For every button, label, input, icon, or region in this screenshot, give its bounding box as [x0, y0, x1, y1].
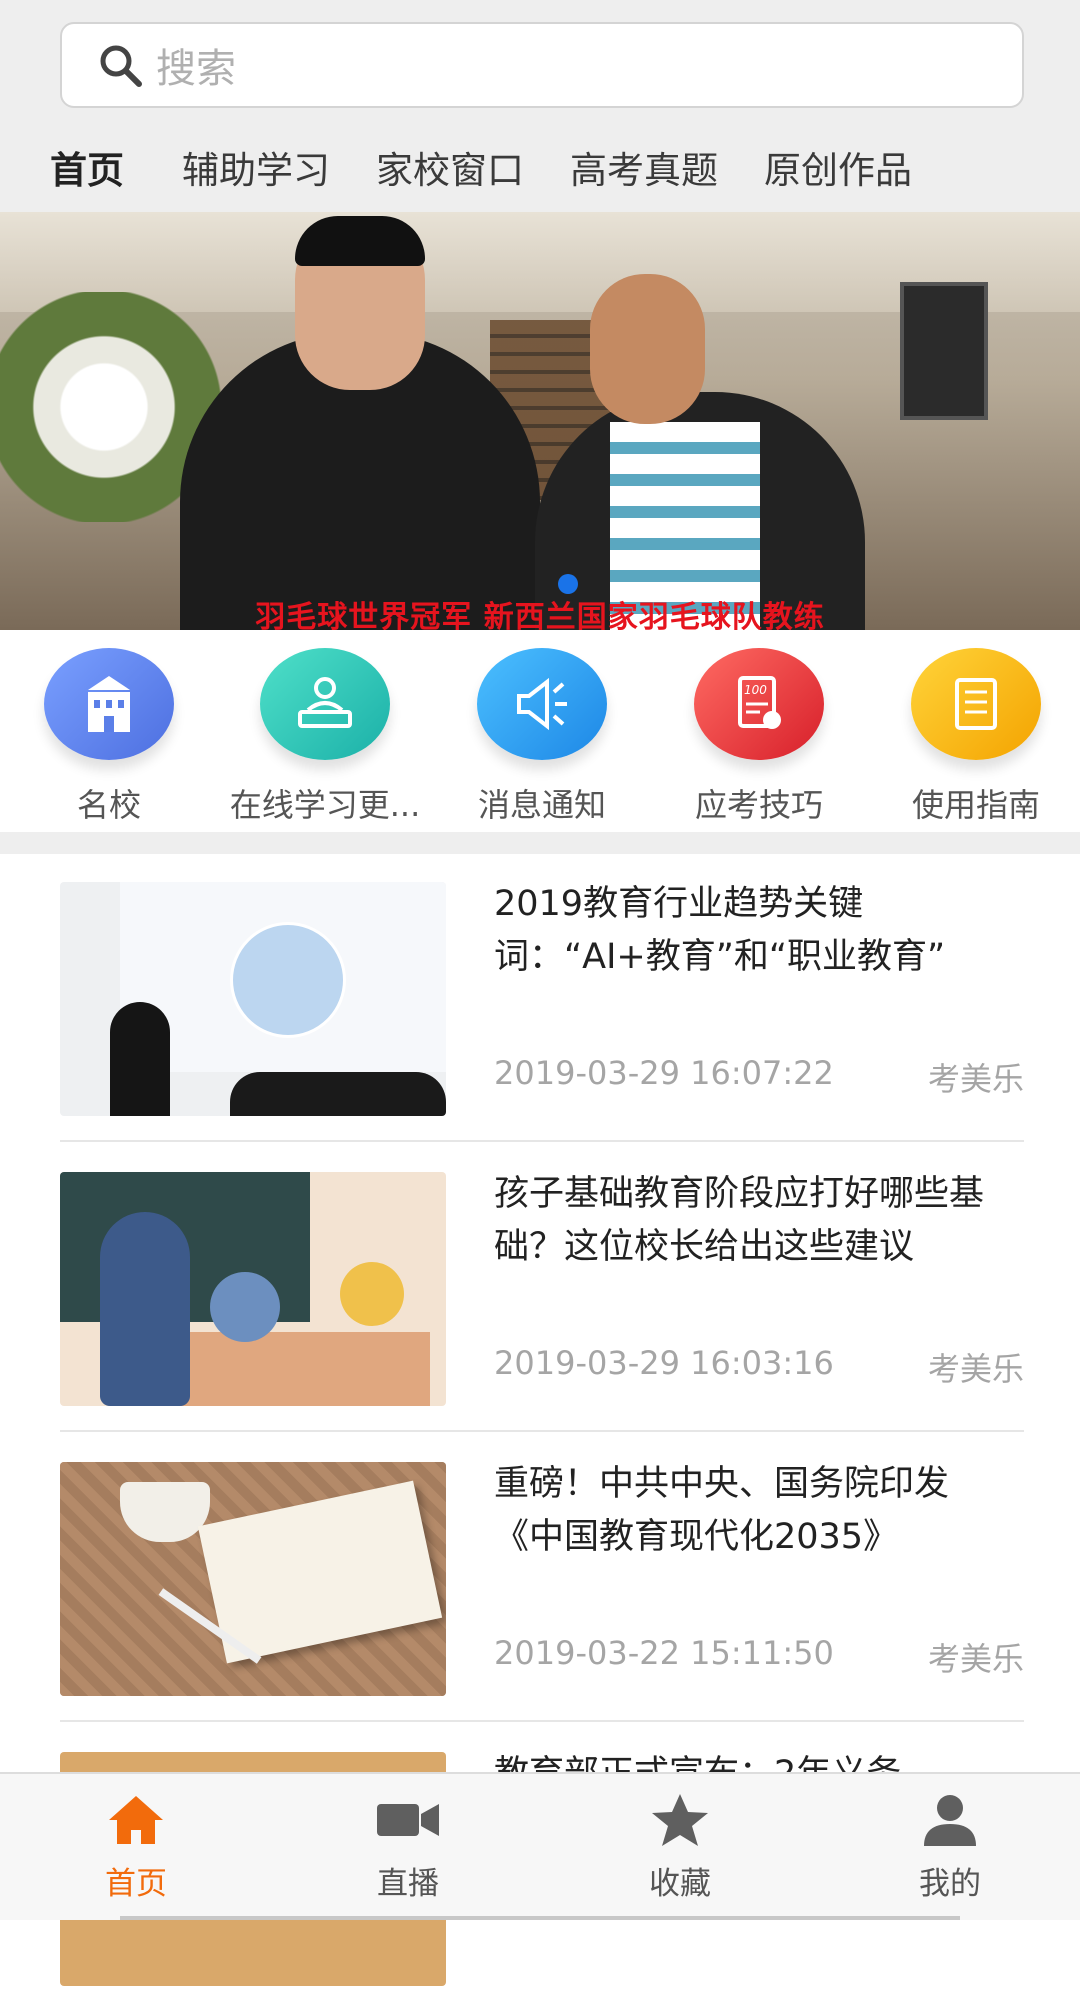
article-meta: 2019-03-29 16:07:22 考美乐	[494, 1054, 1024, 1098]
carousel-dot-active[interactable]	[558, 574, 578, 594]
list-divider	[60, 1140, 1024, 1142]
list-divider	[60, 1430, 1024, 1432]
article-date: 2019-03-29 16:03:16	[494, 1344, 834, 1382]
video-camera-icon	[377, 1804, 439, 1836]
exam-paper-icon: 100	[694, 648, 824, 760]
school-icon	[44, 648, 174, 760]
nav-label: 收藏	[649, 1866, 711, 1902]
tab-home-school[interactable]: 家校窗口	[376, 140, 524, 194]
banner-carousel[interactable]: 羽毛球世界冠军 新西兰国家羽毛球队教练	[0, 212, 1080, 630]
nav-label: 首页	[105, 1866, 167, 1902]
quick-link-notifications[interactable]: 消息通知	[442, 648, 642, 826]
quick-link-famous-schools[interactable]: 名校	[9, 648, 209, 826]
article-title: 重磅！中共中央、国务院印发《中国教育现代化2035》	[494, 1464, 950, 1557]
quick-links: 名校 在线学习更... 消息通知 100 应考技巧 使用指南	[0, 630, 1080, 830]
quick-link-online-study[interactable]: 在线学习更...	[225, 648, 425, 826]
nav-profile[interactable]: 我的	[850, 1792, 1050, 1903]
search-icon	[100, 45, 142, 87]
banner-photo-screen	[900, 282, 988, 420]
article-thumbnail	[60, 882, 446, 1116]
tab-assisted-learning[interactable]: 辅助学习	[182, 140, 330, 194]
quick-link-exam-tips[interactable]: 100 应考技巧	[659, 648, 859, 826]
article-title: 孩子基础教育阶段应打好哪些基础？这位校长给出这些建议	[494, 1174, 985, 1267]
home-icon	[109, 1796, 163, 1844]
star-icon	[652, 1794, 708, 1846]
nav-label: 直播	[377, 1866, 439, 1902]
quick-link-label: 名校	[76, 786, 141, 824]
article-date: 2019-03-29 16:07:22	[494, 1054, 834, 1092]
banner-caption: 羽毛球世界冠军 新西兰国家羽毛球队教练	[255, 600, 825, 630]
tab-exam-papers[interactable]: 高考真题	[570, 140, 718, 194]
article-date: 2019-03-22 15:11:50	[494, 1634, 834, 1672]
banner-photo-head-right	[590, 274, 705, 424]
article-source: 考美乐	[927, 1060, 1024, 1098]
article-thumbnail	[60, 1172, 446, 1406]
home-indicator	[120, 1916, 960, 1920]
article-source: 考美乐	[927, 1350, 1024, 1388]
banner-photo-hair-left	[295, 216, 425, 266]
nav-home[interactable]: 首页	[36, 1792, 236, 1903]
online-study-icon	[260, 648, 390, 760]
tab-original-works[interactable]: 原创作品	[764, 140, 912, 194]
category-tabs: 首页 辅助学习 家校窗口 高考真题 原创作品	[0, 132, 1080, 202]
article-thumbnail	[60, 1462, 446, 1696]
nav-live[interactable]: 直播	[308, 1792, 508, 1903]
list-item[interactable]: 孩子基础教育阶段应打好哪些基础？这位校长给出这些建议 2019-03-29 16…	[60, 1144, 1024, 1432]
article-meta: 2019-03-22 15:11:50 考美乐	[494, 1634, 1024, 1678]
quick-link-user-guide[interactable]: 使用指南	[876, 648, 1076, 826]
header: 搜索 首页 辅助学习 家校窗口 高考真题 原创作品	[0, 0, 1080, 212]
svg-text:100: 100	[744, 683, 767, 697]
quick-link-label: 使用指南	[911, 786, 1040, 824]
list-item[interactable]: 重磅！中共中央、国务院印发《中国教育现代化2035》 2019-03-22 15…	[60, 1434, 1024, 1722]
megaphone-icon	[477, 648, 607, 760]
article-source: 考美乐	[927, 1640, 1024, 1678]
user-icon	[924, 1795, 976, 1846]
tab-home[interactable]: 首页	[50, 140, 124, 194]
search-box[interactable]: 搜索	[60, 22, 1024, 108]
bottom-navigation: 首页 直播 收藏 我的	[0, 1772, 1080, 1920]
list-item[interactable]: 2019教育行业趋势关键词：“AI+教育”和“职业教育” 2019-03-29 …	[60, 854, 1024, 1142]
section-divider	[0, 832, 1080, 854]
search-placeholder: 搜索	[156, 46, 236, 92]
quick-link-label: 消息通知	[477, 786, 606, 824]
guide-book-icon	[911, 648, 1041, 760]
article-title: 2019教育行业趋势关键词：“AI+教育”和“职业教育”	[494, 884, 946, 977]
quick-link-label: 应考技巧	[694, 786, 823, 824]
article-meta: 2019-03-29 16:03:16 考美乐	[494, 1344, 1024, 1388]
quick-link-label: 在线学习更...	[229, 786, 421, 824]
list-divider	[60, 1720, 1024, 1722]
nav-favorites[interactable]: 收藏	[580, 1792, 780, 1903]
nav-label: 我的	[919, 1866, 981, 1902]
